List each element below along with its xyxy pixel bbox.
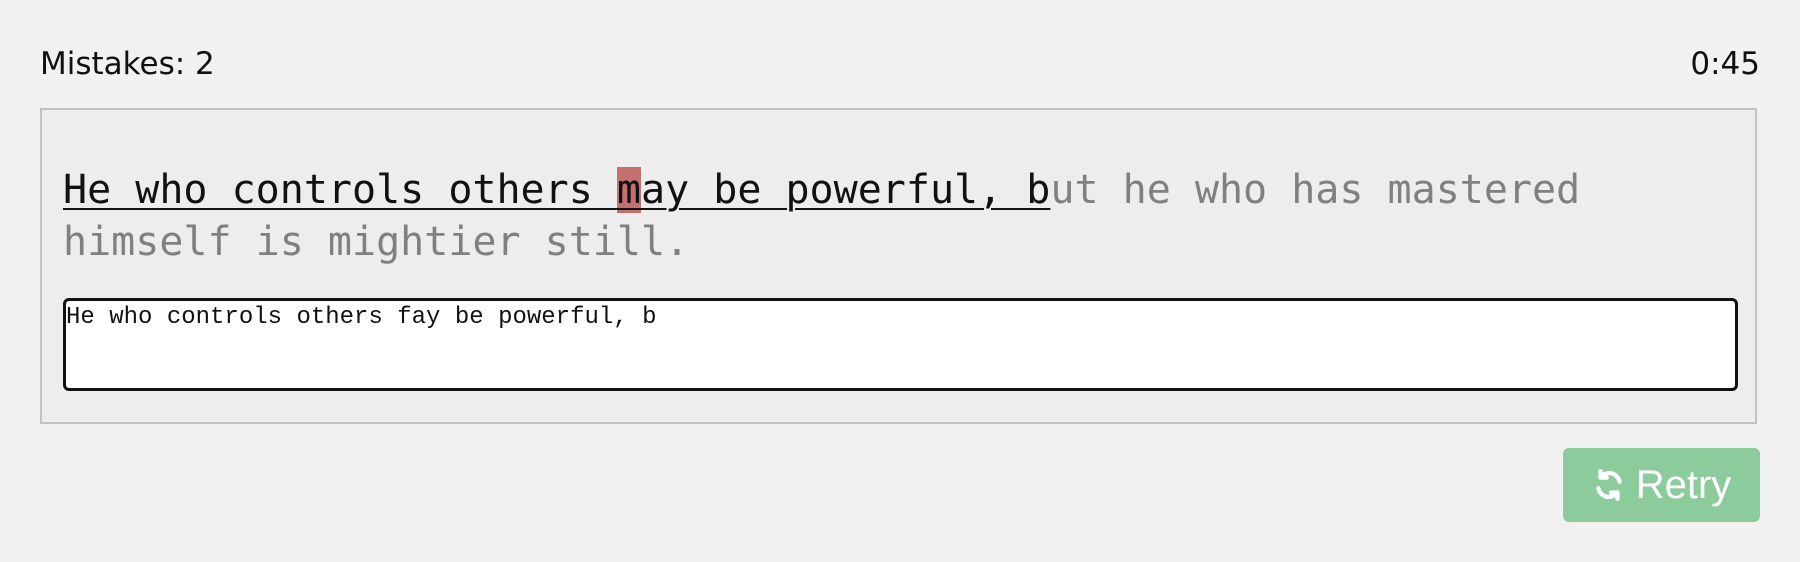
refresh-icon	[1595, 469, 1622, 501]
retry-button[interactable]: Retry	[1563, 448, 1760, 522]
typing-input[interactable]: He who controls others fay be powerful, …	[63, 298, 1738, 391]
error-char: m	[616, 167, 641, 213]
typed-text-correct: He who controls others	[63, 167, 617, 213]
timer: 0:45	[1690, 46, 1760, 82]
typing-panel: He who controls others may be powerful, …	[40, 108, 1757, 424]
retry-label: Retry	[1635, 462, 1732, 507]
quote-text: He who controls others may be powerful, …	[63, 164, 1723, 268]
mistakes-counter: Mistakes: 2	[40, 46, 215, 82]
typed-text-after-error: ay be powerful, b	[640, 167, 1051, 213]
stats-bar: Mistakes: 2 0:45	[40, 42, 1760, 86]
